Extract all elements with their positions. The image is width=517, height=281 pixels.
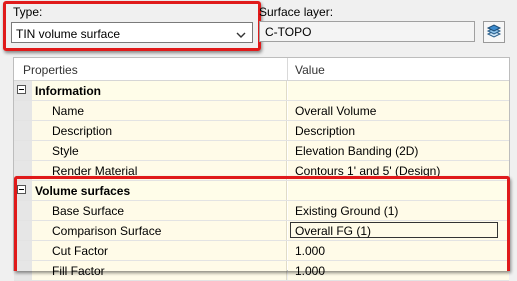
property-value[interactable]: 1.000 [295, 244, 325, 258]
column-divider[interactable] [287, 58, 288, 80]
row-gutter [14, 81, 32, 100]
type-dropdown-value: TIN volume surface [16, 27, 121, 41]
property-grid: Properties Value Information Name Overal… [13, 57, 510, 281]
property-name: Description [52, 124, 113, 138]
property-value[interactable]: Existing Ground (1) [295, 204, 398, 218]
layer-select-button[interactable] [483, 21, 505, 43]
property-name: Comparison Surface [52, 224, 162, 238]
chevron-down-icon [236, 28, 246, 42]
property-row-comparison-surface[interactable]: Comparison Surface Overall FG (1) [14, 221, 509, 241]
property-value[interactable]: Overall Volume [295, 104, 376, 118]
surface-layer-label: Surface layer: [259, 5, 334, 19]
property-name: Cut Factor [52, 244, 109, 258]
property-value[interactable]: Description [295, 124, 355, 138]
property-row-render-material[interactable]: Render Material Contours 1' and 5' (Desi… [14, 161, 509, 181]
property-name: Style [52, 144, 79, 158]
property-row-description[interactable]: Description Description [14, 121, 509, 141]
property-value[interactable]: 1.000 [295, 264, 325, 278]
layers-icon [486, 24, 502, 43]
category-information[interactable]: Information [14, 81, 509, 101]
property-value[interactable]: Contours 1' and 5' (Design) [295, 164, 440, 178]
property-value[interactable]: Elevation Banding (2D) [295, 144, 418, 158]
property-row-base-surface[interactable]: Base Surface Existing Ground (1) [14, 201, 509, 221]
collapse-toggle-icon[interactable] [17, 85, 26, 94]
properties-column-header: Properties [23, 63, 78, 77]
property-name: Name [52, 104, 85, 118]
property-row-fill-factor[interactable]: Fill Factor 1.000 [14, 261, 509, 281]
grid-header: Properties Value [14, 58, 509, 81]
value-column-header: Value [295, 63, 325, 77]
collapse-toggle-icon[interactable] [17, 185, 26, 194]
type-dropdown[interactable]: TIN volume surface [11, 22, 253, 43]
row-gutter [14, 181, 32, 200]
surface-layer-field[interactable]: C-TOPO [259, 21, 475, 42]
property-row-name[interactable]: Name Overall Volume [14, 101, 509, 121]
property-name: Fill Factor [52, 264, 105, 278]
category-title: Information [35, 84, 101, 98]
property-name: Base Surface [52, 204, 125, 218]
surface-layer-value: C-TOPO [265, 25, 312, 39]
property-name: Render Material [52, 164, 138, 178]
type-label: Type: [13, 5, 43, 19]
property-row-style[interactable]: Style Elevation Banding (2D) [14, 141, 509, 161]
property-value[interactable]: Overall FG (1) [295, 224, 371, 238]
category-title: Volume surfaces [35, 184, 131, 198]
property-row-cut-factor[interactable]: Cut Factor 1.000 [14, 241, 509, 261]
category-volume-surfaces[interactable]: Volume surfaces [14, 181, 509, 201]
